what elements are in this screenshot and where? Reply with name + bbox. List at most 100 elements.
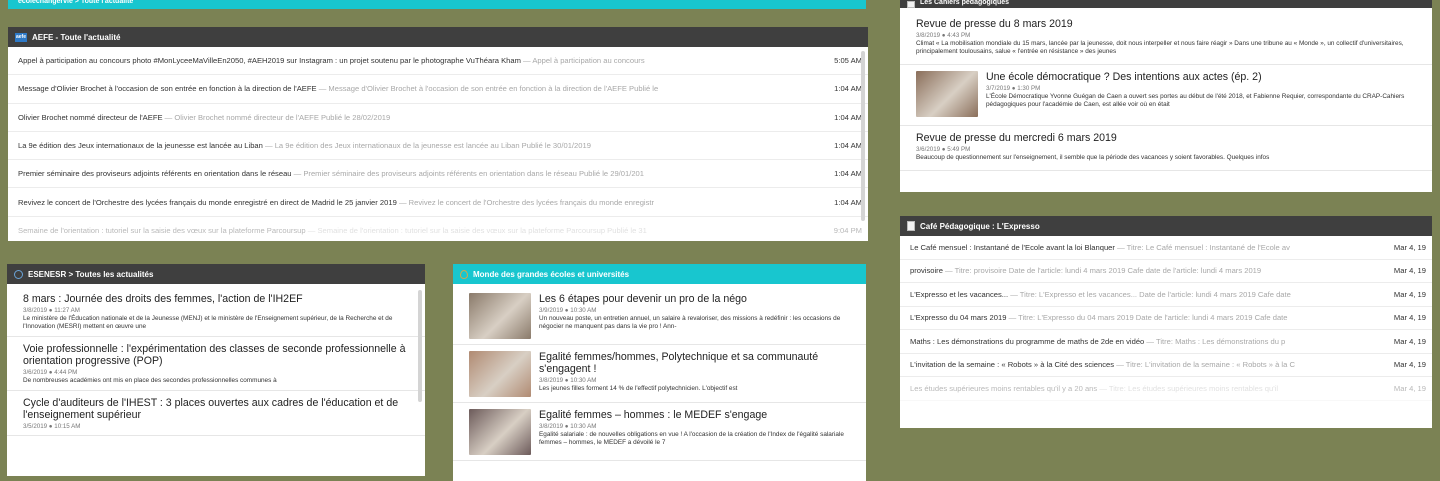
aefe-scrollbar[interactable] [861, 51, 865, 221]
article-item[interactable]: Revue de presse du 8 mars 2019 3/8/2019 ●… [900, 12, 1432, 65]
item-description: — Titre: Les études supérieures moins re… [1099, 383, 1279, 393]
article-description: Egalité salariale : de nouvelles obligat… [539, 431, 844, 446]
article-title[interactable]: Egalité femmes/hommes, Polytechnique et … [539, 351, 852, 375]
list-item[interactable]: Revivez le concert de l'Orchestre des ly… [8, 188, 868, 217]
aefe-widget: aefe AEFE - Toute l'actualité Appel à pa… [8, 27, 868, 241]
item-text: L'Expresso du 04 mars 2019 — Titre: L'Ex… [910, 313, 1382, 322]
article-item[interactable]: Egalité femmes/hommes, Polytechnique et … [453, 345, 866, 403]
article-title[interactable]: Cycle d'auditeurs de l'IHEST : 3 places … [23, 397, 411, 421]
article-title[interactable]: Revue de presse du mercredi 6 mars 2019 [916, 132, 1418, 144]
expresso-feed[interactable]: Le Café mensuel : Instantané de l'Ecole … [900, 236, 1432, 428]
item-title[interactable]: L'invitation de la semaine : « Robots » … [910, 360, 1114, 369]
article-meta: 3/6/2019 ● 5:49 PM [916, 146, 971, 153]
article-title[interactable]: Une école démocratique ? Des intentions … [986, 71, 1418, 83]
drop-icon [460, 269, 468, 279]
item-title[interactable]: provisoire [910, 266, 943, 275]
article-description: De nombreuses académies ont mis en place… [23, 377, 277, 384]
grandes-ecoles-header[interactable]: Monde des grandes écoles et universités [453, 264, 866, 284]
item-description: — Titre: Maths : Les démonstrations du p [1146, 336, 1286, 346]
esenesr-header[interactable]: ESENESR > Toutes les actualités [7, 264, 425, 284]
article-body: Revue de presse du mercredi 6 mars 2019 3… [916, 132, 1418, 162]
item-time: Mar 4, 19 [1393, 336, 1426, 346]
cahiers-header[interactable]: Les Cahiers pédagogiques [900, 0, 1432, 8]
aefe-logo-icon: aefe [15, 32, 27, 42]
list-item[interactable]: provisoire — Titre: provisoire Date de l… [900, 260, 1432, 283]
item-title[interactable]: Le Café mensuel : Instantané de l'Ecole … [910, 243, 1115, 252]
item-time: 1:04 AM [834, 141, 862, 151]
list-item[interactable]: La 9e édition des Jeux internationaux de… [8, 132, 868, 161]
esenesr-scrollbar[interactable] [418, 290, 422, 402]
item-text: Le Café mensuel : Instantané de l'Ecole … [910, 243, 1382, 252]
article-thumbnail[interactable] [916, 71, 978, 117]
aefe-header[interactable]: aefe AEFE - Toute l'actualité [8, 27, 868, 47]
article-meta: 3/8/2019 ● 10:30 AM [539, 377, 597, 384]
grandes-ecoles-feed[interactable]: Les 6 étapes pour devenir un pro de la n… [453, 284, 866, 481]
item-text: Revivez le concert de l'Orchestre des ly… [18, 198, 818, 207]
item-title[interactable]: Premier séminaire des proviseurs adjoint… [18, 169, 292, 178]
article-meta: 3/8/2019 ● 10:30 AM [539, 423, 597, 430]
item-title[interactable]: Message d'Olivier Brochet à l'occasion d… [18, 84, 317, 93]
article-body: Revue de presse du 8 mars 2019 3/8/2019 ●… [916, 18, 1418, 56]
item-title[interactable]: Maths : Les démonstrations du programme … [910, 337, 1144, 346]
item-text: Premier séminaire des proviseurs adjoint… [18, 169, 818, 178]
item-time: 1:04 AM [834, 84, 862, 94]
item-title[interactable]: Les études supérieures moins rentables q… [910, 384, 1097, 393]
article-item[interactable]: 8 mars : Journée des droits des femmes, … [7, 287, 425, 337]
article-title[interactable]: Revue de presse du 8 mars 2019 [916, 18, 1418, 30]
item-description: — Appel à participation au concours [523, 56, 645, 66]
article-title[interactable]: Egalité femmes – hommes : le MEDEF s'eng… [539, 409, 852, 421]
item-title[interactable]: Appel à participation au concours photo … [18, 56, 521, 65]
article-thumbnail[interactable] [469, 293, 531, 339]
list-item[interactable]: Semaine de l'orientation : tutoriel sur … [8, 217, 868, 241]
list-item[interactable]: Maths : Les démonstrations du programme … [900, 330, 1432, 354]
item-description: — Titre: L'Expresso et les vacances... D… [1010, 289, 1291, 299]
list-item[interactable]: Message d'Olivier Brochet à l'occasion d… [8, 75, 868, 104]
list-item[interactable]: Les études supérieures moins rentables q… [900, 377, 1432, 401]
item-description: — Titre: L'Expresso du 04 mars 2019 Date… [1008, 313, 1288, 323]
item-time: Mar 4, 19 [1393, 383, 1426, 393]
top-feed-title: ecolechangervie > Toute l'actualité [18, 0, 134, 5]
list-item[interactable]: L'invitation de la semaine : « Robots » … [900, 354, 1432, 377]
document-icon [907, 1, 915, 8]
esenesr-feed[interactable]: 8 mars : Journée des droits des femmes, … [7, 284, 425, 476]
item-title[interactable]: Olivier Brochet nommé directeur de l'AEF… [18, 113, 163, 122]
article-item[interactable]: Voie professionnelle : l'expérimentation… [7, 337, 425, 391]
article-title[interactable]: Voie professionnelle : l'expérimentation… [23, 343, 411, 367]
article-body: Egalité femmes – hommes : le MEDEF s'eng… [539, 409, 852, 455]
globe-icon [14, 269, 23, 279]
item-description: — Olivier Brochet nommé directeur de l'A… [164, 112, 391, 122]
article-item[interactable]: Une école démocratique ? Des intentions … [900, 65, 1432, 126]
article-title[interactable]: 8 mars : Journée des droits des femmes, … [23, 293, 411, 305]
item-title[interactable]: Semaine de l'orientation : tutoriel sur … [18, 226, 306, 235]
list-item[interactable]: Premier séminaire des proviseurs adjoint… [8, 160, 868, 189]
item-time: Mar 4, 19 [1393, 266, 1426, 276]
article-item[interactable]: Egalité femmes – hommes : le MEDEF s'eng… [453, 403, 866, 461]
article-item[interactable]: Cycle d'auditeurs de l'IHEST : 3 places … [7, 391, 425, 436]
article-title[interactable]: Les 6 étapes pour devenir un pro de la n… [539, 293, 852, 305]
item-title[interactable]: Revivez le concert de l'Orchestre des ly… [18, 198, 397, 207]
item-title[interactable]: L'Expresso du 04 mars 2019 [910, 313, 1006, 322]
article-description: Les jeunes filles forment 14 % de l'effe… [539, 385, 738, 392]
item-description: — Revivez le concert de l'Orchestre des … [398, 197, 655, 207]
list-item[interactable]: Appel à participation au concours photo … [8, 47, 868, 76]
expresso-header[interactable]: Café Pédagogique : L'Expresso [900, 216, 1432, 236]
article-thumbnail[interactable] [469, 351, 531, 397]
list-item[interactable]: Le Café mensuel : Instantané de l'Ecole … [900, 236, 1432, 260]
item-time: Mar 4, 19 [1393, 242, 1426, 252]
cahiers-feed[interactable]: Revue de presse du 8 mars 2019 3/8/2019 ●… [900, 9, 1432, 192]
list-item[interactable]: L'Expresso du 04 mars 2019 — Titre: L'Ex… [900, 307, 1432, 330]
article-thumbnail[interactable] [469, 409, 531, 455]
list-item[interactable]: Olivier Brochet nommé directeur de l'AEF… [8, 104, 868, 132]
item-title[interactable]: L'Expresso et les vacances... [910, 290, 1008, 299]
list-item[interactable]: L'Expresso et les vacances... — Titre: L… [900, 283, 1432, 307]
top-feed-widget: ecolechangervie > Toute l'actualité [8, 0, 866, 9]
item-text: provisoire — Titre: provisoire Date de l… [910, 266, 1382, 275]
item-title[interactable]: La 9e édition des Jeux internationaux de… [18, 141, 263, 150]
article-item[interactable]: Revue de presse du mercredi 6 mars 2019 3… [900, 126, 1432, 171]
item-text: L'Expresso et les vacances... — Titre: L… [910, 290, 1382, 299]
item-time: Mar 4, 19 [1393, 313, 1426, 323]
document-icon [907, 221, 915, 231]
aefe-feed[interactable]: Appel à participation au concours photo … [8, 47, 868, 241]
article-item[interactable]: Les 6 étapes pour devenir un pro de la n… [453, 287, 866, 345]
article-meta: 3/8/2019 ● 11:27 AM [23, 307, 80, 314]
